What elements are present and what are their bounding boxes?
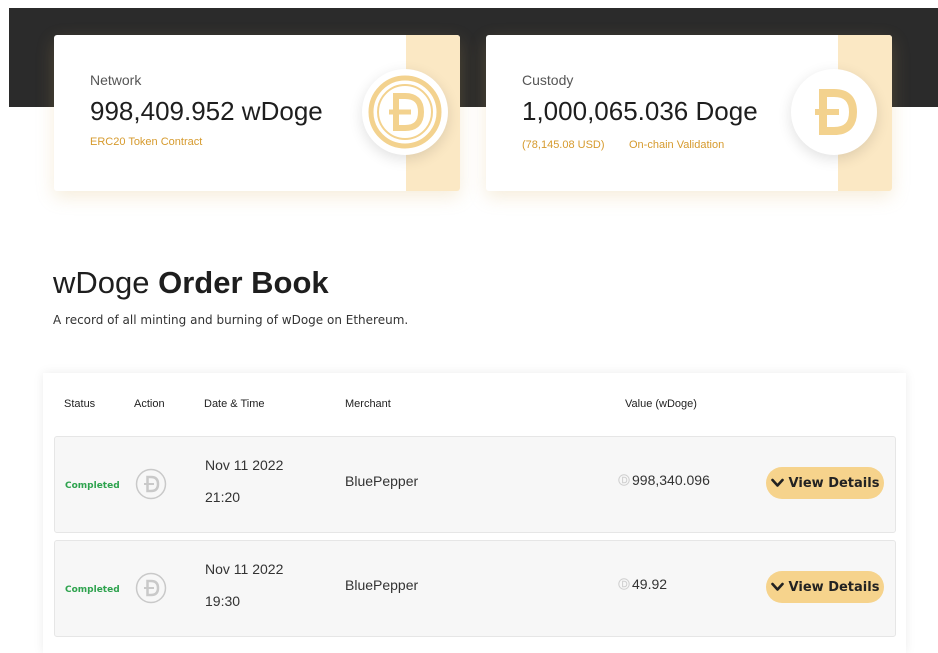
row-merchant: BluePepper	[345, 577, 419, 593]
view-details-button[interactable]: View Details	[766, 571, 884, 603]
network-value: 998,409.952 wDoge	[90, 96, 323, 126]
row-merchant: BluePepper	[345, 473, 419, 489]
erc20-contract-link[interactable]: ERC20 Token Contract	[90, 136, 202, 148]
column-header-action: Action	[134, 398, 165, 410]
custody-value: 1,000,065.036 Doge	[522, 96, 758, 126]
mint-icon	[135, 572, 167, 604]
wdoge-coin-icon	[362, 69, 448, 155]
page-title: wDoge Order Book	[53, 265, 329, 300]
view-details-button[interactable]: View Details	[766, 467, 884, 499]
row-value: 49.92	[618, 576, 667, 592]
custody-card: Custody 1,000,065.036 Doge (78,145.08 US…	[486, 35, 892, 191]
network-card: Network 998,409.952 wDoge ERC20 Token Co…	[54, 35, 460, 191]
row-time: 19:30	[205, 593, 241, 609]
status-badge: Completed	[65, 481, 120, 491]
row-date: Nov 11 2022	[205, 457, 284, 473]
chevron-down-icon	[770, 582, 784, 591]
status-badge: Completed	[65, 585, 120, 595]
wdoge-small-icon	[618, 474, 630, 486]
chevron-down-icon	[770, 478, 784, 487]
column-header-value: Value (wDoge)	[625, 398, 697, 410]
column-header-date-time: Date & Time	[204, 398, 265, 410]
row-date: Nov 11 2022	[205, 561, 284, 577]
table-row: Completed Nov 11 2022 21:20 BluePepper 9…	[54, 436, 896, 533]
on-chain-validation-link[interactable]: On-chain Validation	[629, 139, 724, 151]
custody-label: Custody	[522, 72, 574, 88]
column-header-status: Status	[64, 398, 96, 410]
table-row: Completed Nov 11 2022 19:30 BluePepper 4…	[54, 540, 896, 637]
row-value: 998,340.096	[618, 472, 710, 488]
network-label: Network	[90, 72, 142, 88]
page-subtitle: A record of all minting and burning of w…	[53, 313, 409, 327]
custody-usd-value: (78,145.08 USD)	[522, 139, 605, 151]
column-header-merchant: Merchant	[345, 398, 391, 410]
doge-coin-icon	[791, 69, 877, 155]
row-time: 21:20	[205, 489, 241, 505]
wdoge-small-icon	[618, 578, 630, 590]
mint-icon	[135, 468, 167, 500]
